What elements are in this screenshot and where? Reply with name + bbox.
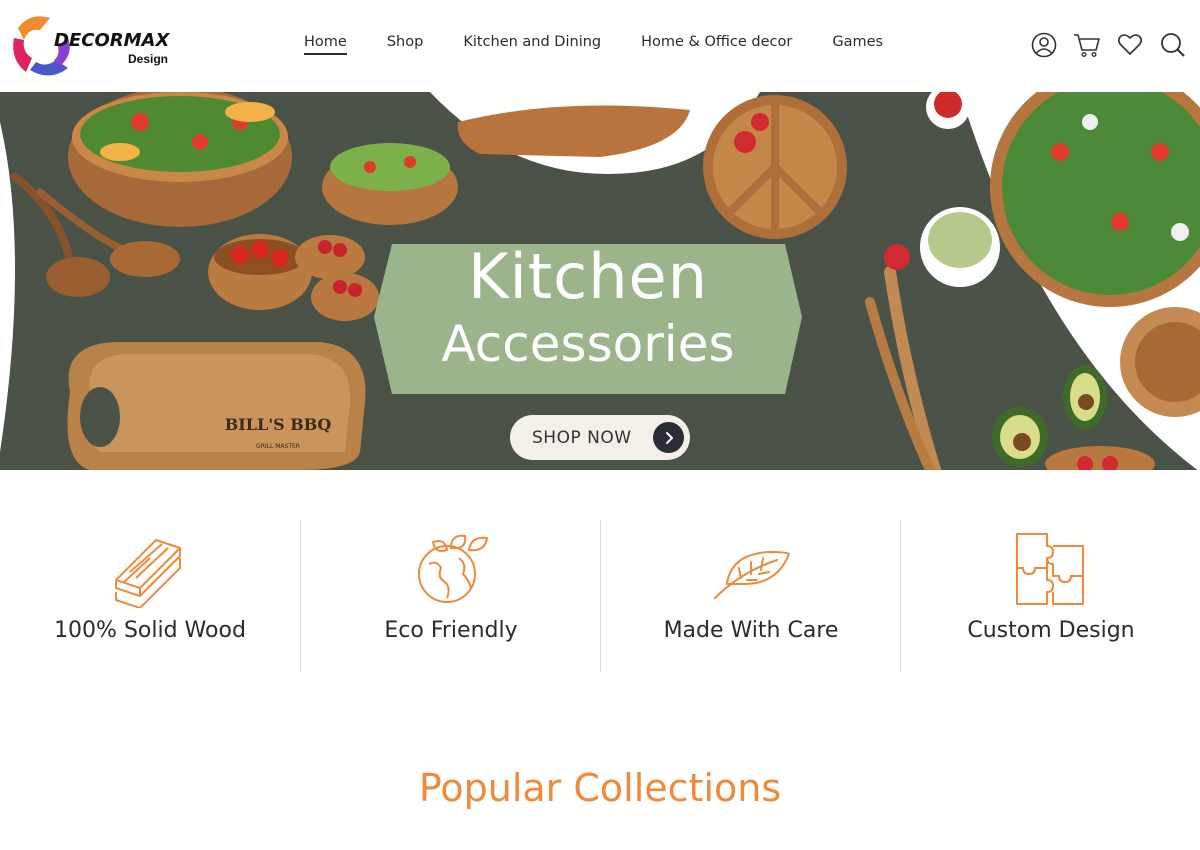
feature-custom-design: Custom Design: [900, 520, 1200, 672]
eco-globe-icon: [418, 534, 488, 603]
nav-games[interactable]: Games: [832, 34, 883, 55]
chevron-right-icon: [653, 422, 684, 453]
popular-collections-heading: Popular Collections: [418, 766, 782, 810]
feature-solid-wood: 100% Solid Wood: [0, 520, 300, 672]
nav-shop[interactable]: Shop: [387, 34, 423, 55]
logo-text: DECORMAX: [54, 30, 170, 51]
hero-subtitle: Accessories: [441, 315, 735, 373]
account-icon[interactable]: [1029, 30, 1059, 60]
hero-banner[interactable]: BILL'S BBQ GRILL MASTER Kitchen Accessor…: [0, 92, 1200, 470]
main-nav: Home Shop Kitchen and Dining Home & Offi…: [304, 34, 923, 55]
feature-label: Custom Design: [967, 618, 1135, 643]
feature-label: Made With Care: [663, 618, 839, 643]
leaf-icon: [714, 551, 790, 599]
search-icon[interactable]: [1158, 30, 1188, 60]
board-engraving: BILL'S BBQ: [225, 415, 332, 434]
cart-icon[interactable]: [1072, 30, 1102, 60]
logo-subtext: Design: [128, 52, 169, 66]
puzzle-icon: [1016, 533, 1084, 605]
feature-label: Eco Friendly: [384, 618, 518, 643]
wishlist-heart-icon[interactable]: [1115, 30, 1145, 60]
brand-logo[interactable]: DECORMAX Design: [10, 10, 170, 82]
shop-now-button[interactable]: SHOP NOW: [510, 415, 690, 460]
nav-home-office-decor[interactable]: Home & Office decor: [641, 34, 792, 55]
shop-now-label: SHOP NOW: [532, 427, 632, 448]
board-engraving-sub: GRILL MASTER: [256, 443, 300, 450]
nav-kitchen-and-dining[interactable]: Kitchen and Dining: [463, 34, 601, 55]
header-icons: [1016, 30, 1188, 60]
features-row: 100% Solid Wood Eco Friendly Made With C…: [0, 520, 1200, 672]
wood-planks-icon: [115, 539, 181, 608]
hero-title: Kitchen: [467, 240, 708, 313]
feature-label: 100% Solid Wood: [54, 618, 246, 643]
site-header: DECORMAX Design Home Shop Kitchen and Di…: [0, 0, 1200, 92]
feature-eco-friendly: Eco Friendly: [300, 520, 600, 672]
feature-made-with-care: Made With Care: [600, 520, 900, 672]
nav-home[interactable]: Home: [304, 34, 347, 55]
